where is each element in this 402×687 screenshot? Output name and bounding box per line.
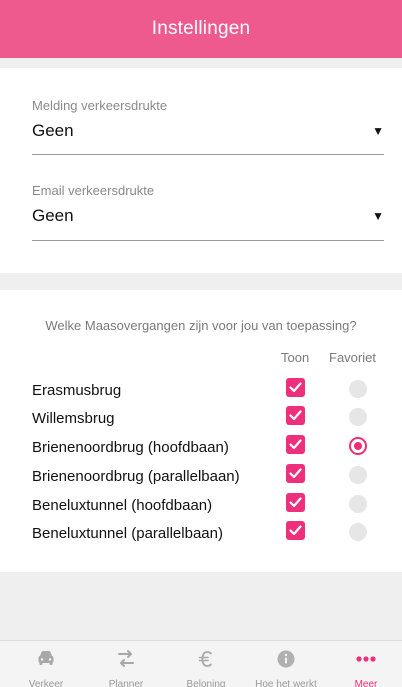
favorite-radio[interactable] xyxy=(349,466,367,484)
crossing-label: Erasmusbrug xyxy=(32,382,122,399)
crossing-label: Beneluxtunnel (parallelbaan) xyxy=(32,525,223,542)
crossing-label: Brienenoordbrug (parallelbaan) xyxy=(32,468,240,485)
checkmark-icon xyxy=(289,525,302,536)
checkmark-icon xyxy=(289,382,302,393)
list-item: Willemsbrug xyxy=(0,406,402,432)
dropdown-arrow-icon: ▼ xyxy=(372,209,384,223)
show-checkbox[interactable] xyxy=(286,378,305,397)
more-dots-icon xyxy=(326,649,402,669)
list-item: Brienenoordbrug (parallelbaan) xyxy=(0,464,402,490)
favorite-radio[interactable] xyxy=(349,380,367,398)
column-header-toon: Toon xyxy=(281,350,310,365)
favorite-radio[interactable] xyxy=(349,408,367,426)
tab-hoe-het-werkt[interactable]: Hoe het werkt xyxy=(246,641,326,687)
email-verkeersdrukte-select[interactable]: Email verkeersdrukte Geen ▼ xyxy=(32,183,384,241)
checkmark-icon xyxy=(289,410,302,421)
checkmark-icon xyxy=(289,497,302,508)
email-label: Email verkeersdrukte xyxy=(32,183,155,198)
list-item: Beneluxtunnel (hoofdbaan) xyxy=(0,493,402,519)
melding-label: Melding verkeersdrukte xyxy=(32,98,168,113)
car-icon xyxy=(6,649,86,667)
favorite-radio[interactable] xyxy=(349,523,367,541)
show-checkbox[interactable] xyxy=(286,521,305,540)
melding-value: Geen xyxy=(32,121,74,140)
tab-beloning[interactable]: Beloning xyxy=(166,641,246,687)
column-header-favoriet: Favoriet xyxy=(329,350,376,365)
tab-verkeer[interactable]: Verkeer xyxy=(6,641,86,687)
crossing-label: Willemsbrug xyxy=(32,410,115,427)
show-checkbox[interactable] xyxy=(286,464,305,483)
route-arrows-icon xyxy=(86,649,166,669)
list-item: Erasmusbrug xyxy=(0,378,402,404)
crossing-label: Beneluxtunnel (hoofdbaan) xyxy=(32,497,213,514)
show-checkbox[interactable] xyxy=(286,406,305,425)
email-value: Geen xyxy=(32,206,74,225)
list-item: Brienenoordbrug (hoofdbaan) xyxy=(0,435,402,461)
crossings-card: Welke Maasovergangen zijn voor jou van t… xyxy=(0,290,402,572)
checkmark-icon xyxy=(289,468,302,479)
list-item: Beneluxtunnel (parallelbaan) xyxy=(0,521,402,547)
radio-dot xyxy=(354,442,362,450)
checkmark-icon xyxy=(289,439,302,450)
euro-icon xyxy=(166,649,246,669)
favorite-radio[interactable] xyxy=(349,495,367,513)
crossing-label: Brienenoordbrug (hoofdbaan) xyxy=(32,439,229,456)
header-bar: Instellingen xyxy=(0,0,402,58)
show-checkbox[interactable] xyxy=(286,435,305,454)
show-checkbox[interactable] xyxy=(286,493,305,512)
crossings-question: Welke Maasovergangen zijn voor jou van t… xyxy=(45,318,357,333)
tab-planner[interactable]: Planner xyxy=(86,641,166,687)
page-title: Instellingen xyxy=(151,18,251,39)
notification-settings-card: Melding verkeersdrukte Geen ▼ Email verk… xyxy=(0,68,402,273)
dropdown-arrow-icon: ▼ xyxy=(372,124,384,138)
info-icon xyxy=(246,649,326,669)
tab-meer[interactable]: Meer xyxy=(326,641,402,687)
melding-verkeersdrukte-select[interactable]: Melding verkeersdrukte Geen ▼ xyxy=(32,98,384,155)
favorite-radio[interactable] xyxy=(349,437,367,455)
tab-bar: Verkeer Planner Beloning Hoe het werkt Meer xyxy=(0,640,402,687)
